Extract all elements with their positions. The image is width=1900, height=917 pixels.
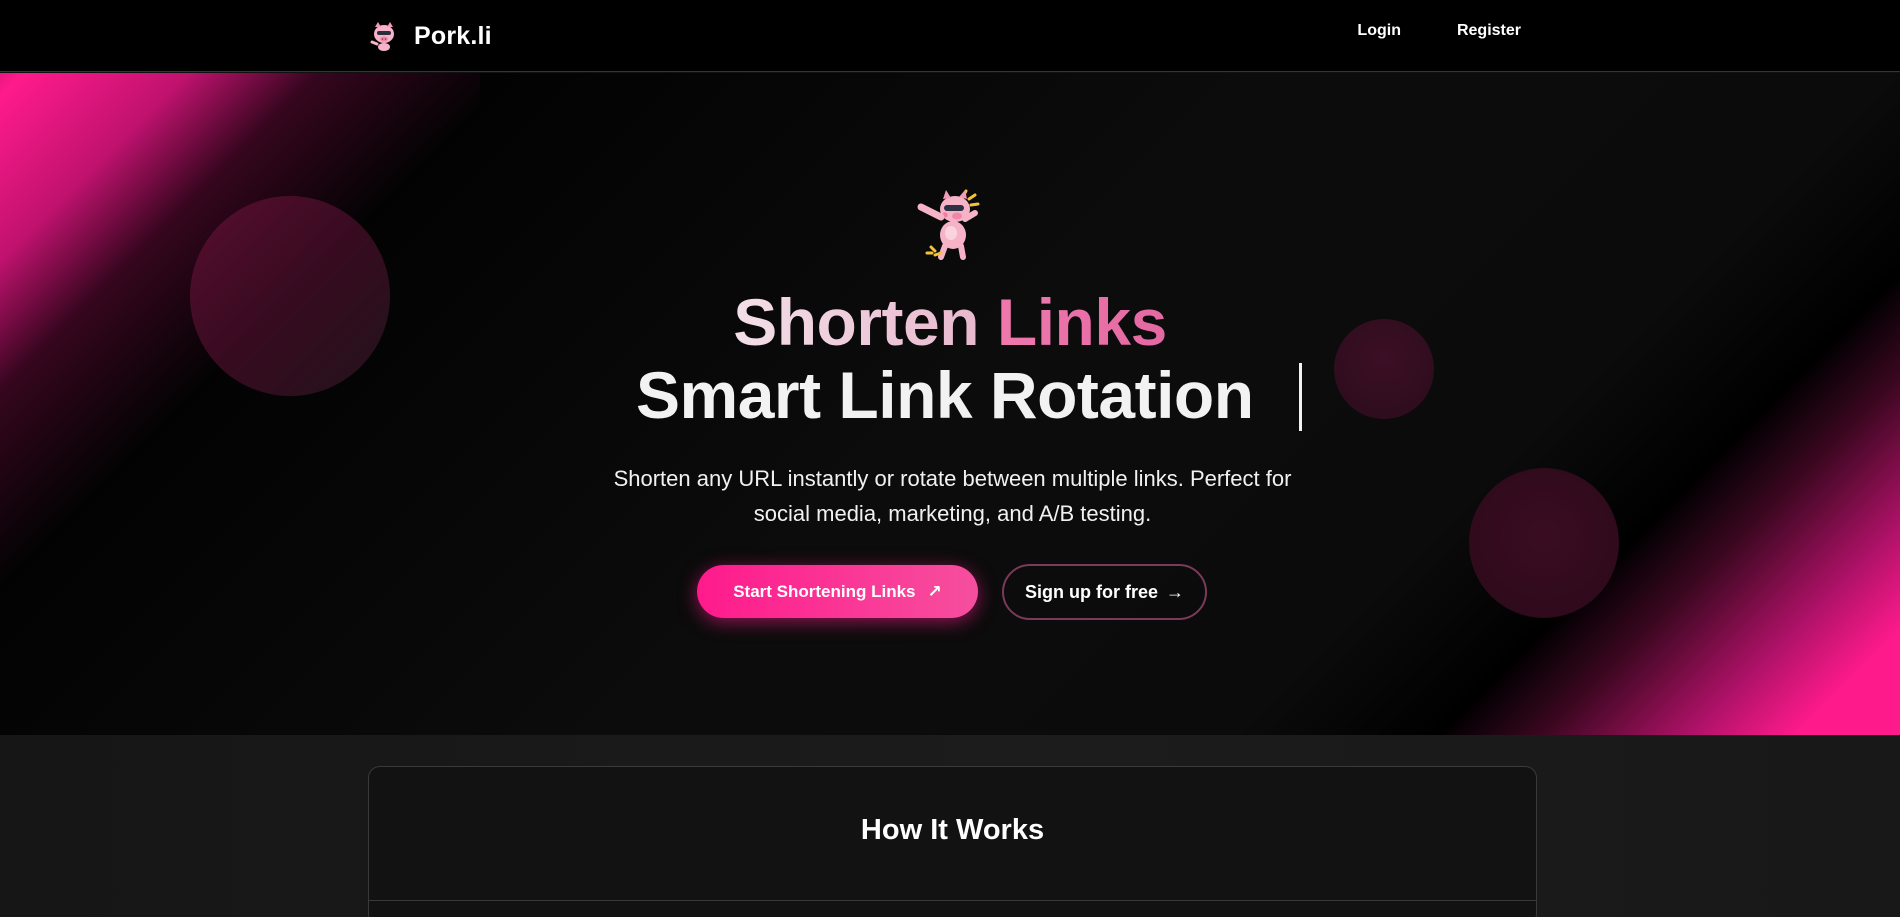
sign-up-label: Sign up for free <box>1024 581 1158 602</box>
how-it-works-title: How It Works <box>860 814 1045 846</box>
decorative-circle-right <box>1469 468 1619 618</box>
register-link[interactable]: Register <box>1457 22 1521 40</box>
nav-links: Login Register <box>1357 22 1521 40</box>
start-shortening-label: Start Shortening Links <box>733 581 916 601</box>
hero-subtitle: Shorten any URL instantly or rotate betw… <box>613 466 1292 526</box>
arrow-right-icon: → <box>1166 581 1184 602</box>
start-shortening-button[interactable]: Start Shortening Links ↗ <box>697 565 978 618</box>
dabbing-pig-icon <box>917 189 980 260</box>
pig-mascot-icon <box>370 22 394 51</box>
typing-cursor <box>1299 363 1302 431</box>
card-divider <box>369 900 1536 901</box>
hero-title-word-links: Links <box>996 285 1167 359</box>
hero-section: Shorten Links Smart Link Rotation Shorte… <box>0 73 1900 735</box>
arrow-up-right-icon: ↗ <box>927 581 942 601</box>
hero-title-word-shorten: Shorten <box>733 285 980 359</box>
login-link[interactable]: Login <box>1357 22 1401 40</box>
hero-title-line-1: Shorten Links <box>0 289 1900 355</box>
brand-logo-link[interactable]: Pork.li <box>368 16 492 56</box>
brand-name: Pork.li <box>414 21 492 50</box>
hero-title-line-2: Smart Link Rotation <box>636 358 1254 432</box>
how-it-works-card: How It Works <box>368 766 1537 917</box>
sign-up-button[interactable]: Sign up for free → <box>1002 564 1207 620</box>
top-navbar: Pork.li Login Register <box>0 0 1900 72</box>
